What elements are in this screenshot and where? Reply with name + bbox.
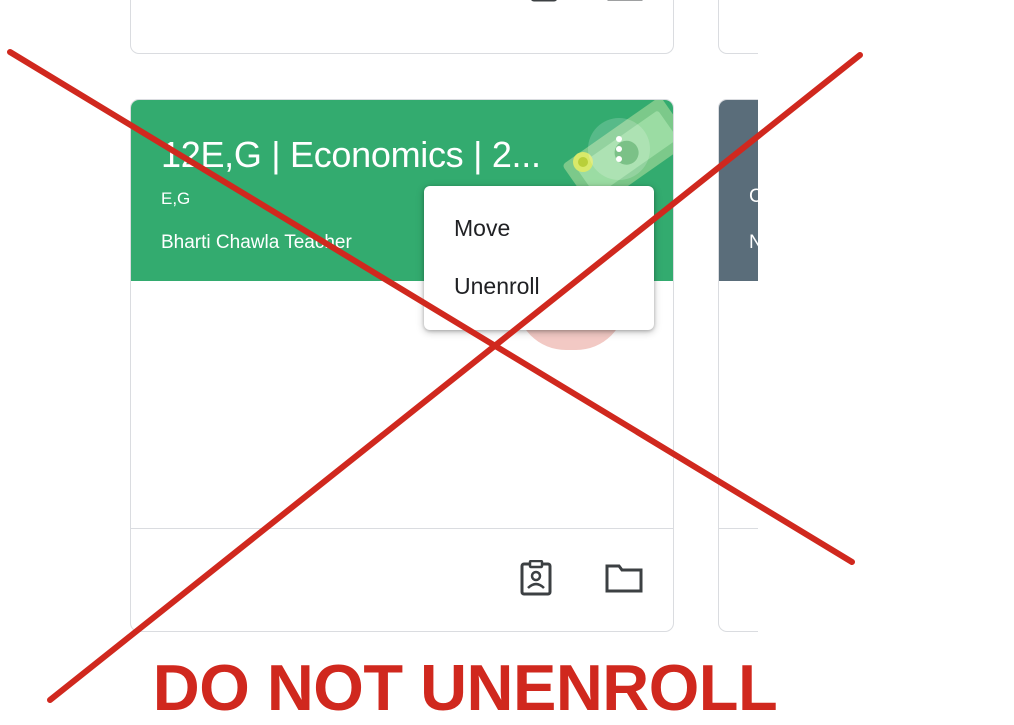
menu-item-move[interactable]: Move — [454, 215, 510, 242]
folder-icon[interactable] — [605, 563, 643, 593]
class-teacher: Bharti Chawla Teacher — [161, 232, 352, 253]
neighbor-card-banner[interactable]: C N — [719, 100, 758, 281]
class-options-menu: Move Unenroll — [424, 186, 654, 330]
menu-item-unenroll[interactable]: Unenroll — [454, 273, 540, 300]
class-section: E,G — [161, 189, 191, 208]
assignment-ind-icon[interactable] — [519, 560, 553, 596]
previous-neighbor-card[interactable] — [718, 0, 758, 54]
card-divider — [719, 528, 758, 529]
neighbor-class-card[interactable]: C N — [718, 99, 758, 632]
card-footer-icons — [519, 560, 643, 596]
neighbor-card-line1: C — [749, 186, 758, 208]
neighbor-card-line2: N — [749, 232, 758, 254]
card-divider — [131, 528, 673, 529]
previous-card-footer-icons — [529, 0, 643, 4]
more-vert-icon — [616, 136, 622, 162]
warning-text: DO NOT UNENROLL — [152, 651, 778, 724]
more-options-button[interactable] — [588, 118, 650, 180]
previous-class-card[interactable] — [130, 0, 674, 54]
folder-icon[interactable] — [607, 0, 643, 4]
class-card[interactable]: 12E,G | Economics | 2... E,G Bharti Chaw… — [130, 99, 674, 632]
class-title[interactable]: 12E,G | Economics | 2... — [161, 134, 551, 176]
assignment-ind-icon[interactable] — [529, 0, 559, 4]
